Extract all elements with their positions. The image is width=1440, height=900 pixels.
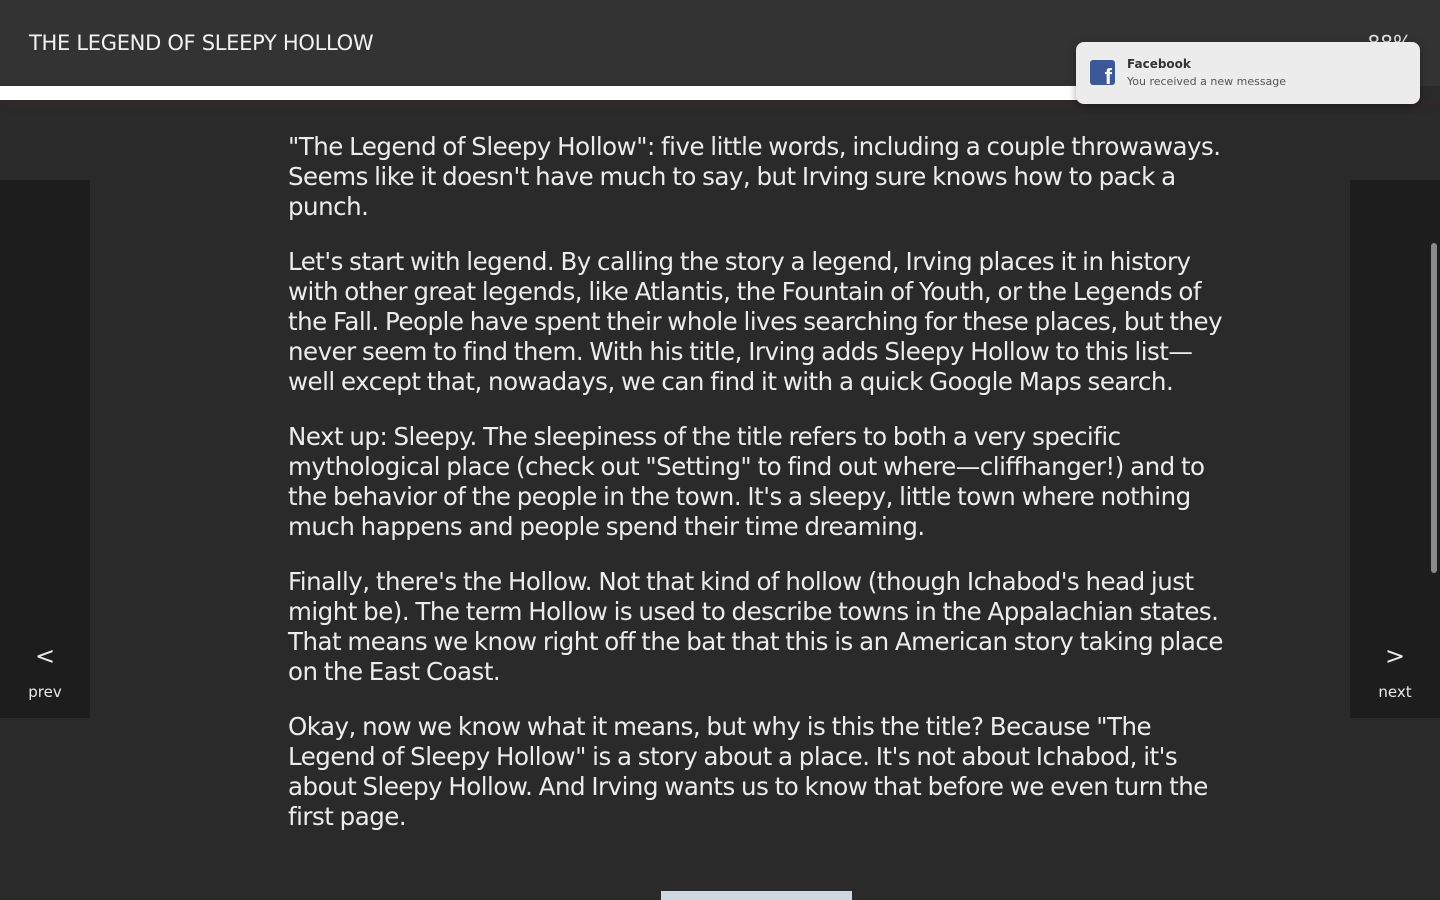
prev-label: prev <box>28 683 62 701</box>
paragraph: Next up: Sleepy. The sleepiness of the t… <box>288 422 1205 541</box>
content-image <box>661 891 852 900</box>
next-page-button[interactable]: > next <box>1350 180 1440 718</box>
paragraph: Okay, now we know what it means, but why… <box>288 712 1208 831</box>
prev-page-button[interactable]: < prev <box>0 180 90 718</box>
facebook-icon: f <box>1090 60 1115 85</box>
notification-banner[interactable]: f Facebook You received a new message <box>1076 42 1420 104</box>
book-title: THE LEGEND OF SLEEPY HOLLOW <box>29 31 374 55</box>
next-label: next <box>1378 683 1412 701</box>
notification-message: You received a new message <box>1127 75 1287 88</box>
reading-progress-fill <box>0 86 1080 100</box>
notification-app-name: Facebook <box>1127 57 1191 71</box>
chevron-right-icon: > <box>1384 642 1406 670</box>
scrollbar-thumb[interactable] <box>1431 243 1437 573</box>
paragraph: "The Legend of Sleepy Hollow": five litt… <box>288 132 1221 221</box>
chevron-left-icon: < <box>34 642 56 670</box>
paragraph: Let's start with legend. By calling the … <box>288 247 1223 396</box>
reading-content: "The Legend of Sleepy Hollow": five litt… <box>288 132 1238 857</box>
paragraph: Finally, there's the Hollow. Not that ki… <box>288 567 1223 686</box>
